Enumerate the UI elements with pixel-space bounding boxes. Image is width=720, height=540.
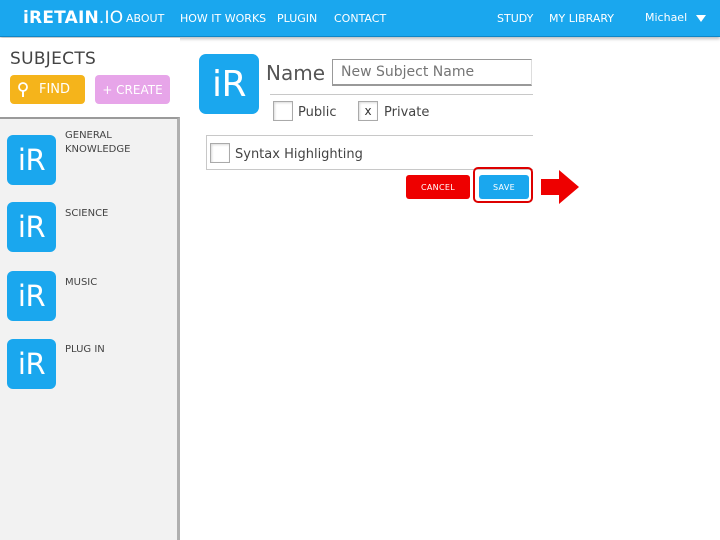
save-button[interactable]: SAVE [479,175,529,199]
find-button[interactable]: FIND [10,75,85,104]
sidebar-heading: SUBJECTS [10,49,97,69]
sidebar-item-plug-in[interactable]: iR PLUG IN [0,333,176,393]
subject-logo-icon: iR [7,135,56,185]
syntax-highlighting-label: Syntax Highlighting [235,147,363,162]
nav-link-my-library[interactable]: MY LIBRARY [549,12,614,25]
brand-logo[interactable]: iRETAIN.IO [23,8,123,28]
private-checkbox[interactable]: x [358,101,378,121]
subject-list: iR GENERAL KNOWLEDGE iR SCIENCE iR MUSIC… [0,117,180,540]
cancel-button[interactable]: CANCEL [406,175,470,199]
public-checkbox[interactable] [273,101,293,121]
top-nav: iRETAIN.IO ABOUT HOW IT WORKS PLUGIN CON… [0,0,720,37]
divider [206,136,207,170]
subject-logo-icon: iR [7,271,56,321]
nav-link-study[interactable]: STUDY [497,12,533,25]
public-label: Public [298,105,337,120]
sidebar-item-science[interactable]: iR SCIENCE [0,199,176,259]
create-button[interactable]: + CREATE [95,75,170,104]
syntax-highlighting-checkbox[interactable] [210,143,230,163]
name-label: Name [266,61,326,85]
nav-link-plugin[interactable]: PLUGIN [277,12,317,25]
subject-name-input[interactable] [332,59,532,86]
sidebar-item-label: PLUG IN [65,344,105,355]
magnifier-icon [17,81,31,98]
sidebar-item-music[interactable]: iR MUSIC [0,267,176,327]
user-name: Michael [645,11,688,24]
brand-name: iRETAIN [23,8,99,28]
brand-suffix: .IO [98,8,124,28]
find-button-label: FIND [39,82,71,97]
user-menu[interactable]: Michael [645,11,707,24]
nav-link-contact[interactable]: CONTACT [334,12,386,25]
arrow-left-icon [541,170,579,204]
sidebar-item-general-knowledge[interactable]: iR GENERAL KNOWLEDGE [0,127,176,187]
divider [270,94,533,95]
sidebar-item-label: GENERAL KNOWLEDGE [65,130,131,155]
private-label: Private [384,105,430,120]
caret-down-icon [696,14,707,22]
nav-link-about[interactable]: ABOUT [126,12,164,25]
divider [206,135,533,136]
nav-link-how-it-works[interactable]: HOW IT WORKS [180,12,266,25]
subject-logo-icon: iR [7,339,56,389]
subject-logo-icon: iR [7,202,56,252]
sidebar-item-label: MUSIC [65,277,98,288]
subject-logo-icon[interactable]: iR [199,54,259,114]
sidebar-item-label: SCIENCE [65,208,109,219]
